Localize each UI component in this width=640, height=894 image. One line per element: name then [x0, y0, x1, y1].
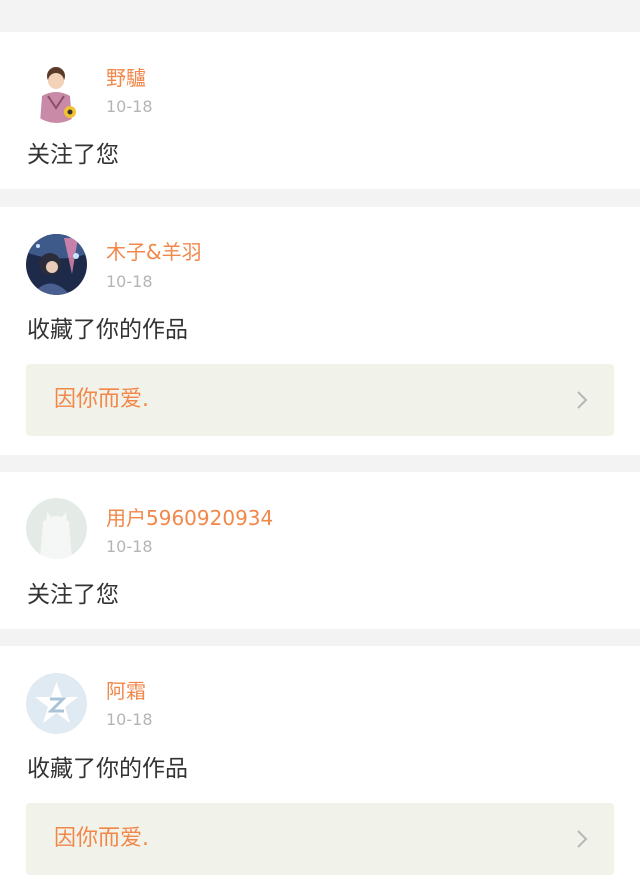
- timestamp: 10-18: [106, 97, 153, 116]
- username-link[interactable]: 阿霜: [106, 679, 146, 703]
- activity-text: 收藏了你的作品: [27, 317, 188, 343]
- anime-illustration-avatar-icon[interactable]: [26, 234, 87, 295]
- username-link[interactable]: 木子&羊羽: [106, 240, 202, 264]
- chevron-right-icon: [576, 390, 588, 410]
- notification-card: 阿霜 10-18 收藏了你的作品 因你而爱.: [0, 646, 640, 894]
- username-link[interactable]: 用户5960920934: [106, 506, 273, 530]
- notification-feed: 野驢 10-18 关注了您 木子&羊羽 10-18 收藏了你的作品 因你而爱.: [0, 0, 640, 894]
- activity-text: 关注了您: [27, 582, 119, 608]
- username-link[interactable]: 野驢: [106, 66, 146, 90]
- notification-card: 野驢 10-18 关注了您: [0, 32, 640, 189]
- default-user-avatar-icon[interactable]: [26, 498, 87, 559]
- activity-text: 关注了您: [27, 142, 119, 168]
- notification-card: 木子&羊羽 10-18 收藏了你的作品 因你而爱.: [0, 207, 640, 455]
- cartoon-boy-avatar-icon[interactable]: [26, 62, 87, 123]
- timestamp: 10-18: [106, 710, 153, 729]
- timestamp: 10-18: [106, 537, 153, 556]
- activity-text: 收藏了你的作品: [27, 756, 188, 782]
- chevron-right-icon: [576, 829, 588, 849]
- timestamp: 10-18: [106, 272, 153, 291]
- favorited-work-link[interactable]: 因你而爱.: [26, 803, 614, 875]
- notification-card: 用户5960920934 10-18 关注了您: [0, 472, 640, 629]
- work-title: 因你而爱.: [54, 387, 149, 412]
- work-title: 因你而爱.: [54, 826, 149, 851]
- favorited-work-link[interactable]: 因你而爱.: [26, 364, 614, 436]
- qzone-star-avatar-icon[interactable]: [26, 673, 87, 734]
